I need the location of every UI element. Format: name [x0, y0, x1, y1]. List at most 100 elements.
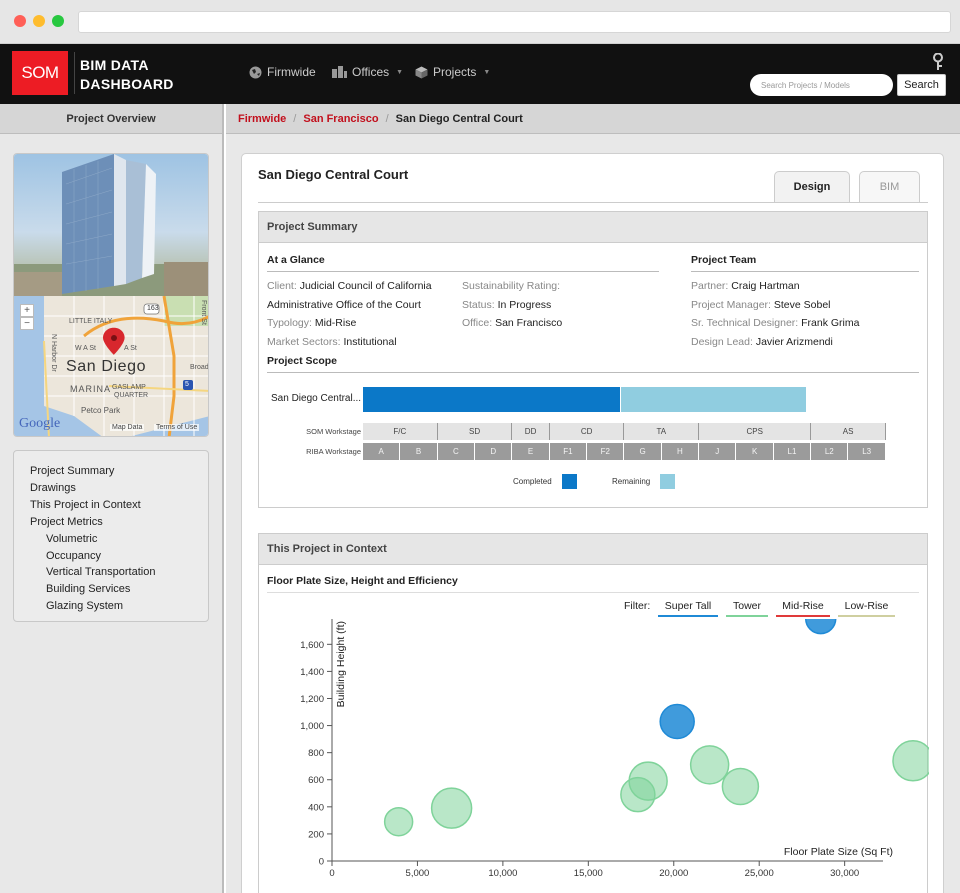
map-label: LITTLE ITALY	[69, 318, 113, 325]
project-team-title: Project Team	[691, 254, 757, 266]
design-lead-key: Design Lead:	[691, 336, 753, 348]
status-field: Status: In Progress	[462, 299, 551, 311]
filter-tower[interactable]: Tower	[726, 600, 768, 617]
tab-design[interactable]: Design	[774, 171, 850, 202]
search-button[interactable]: Search	[897, 74, 946, 96]
riba-stage-cell: H	[661, 443, 700, 460]
som-workstage-label: SOM Workstage	[306, 427, 361, 436]
typology-field: Typology: Mid-Rise	[267, 317, 356, 329]
map-label: MARINA	[70, 384, 112, 394]
map-zoom-in-button[interactable]: +	[20, 304, 34, 317]
scatter-point	[430, 787, 473, 829]
window-maximize-button[interactable]	[52, 15, 64, 27]
window-close-button[interactable]	[14, 15, 26, 27]
map-label: Broad	[190, 364, 209, 371]
sidebar-link-project-in-context[interactable]: This Project in Context	[30, 497, 208, 514]
nav-firmwide[interactable]: Firmwide	[249, 65, 316, 79]
filter-mid-rise[interactable]: Mid-Rise	[776, 600, 830, 617]
filter-super-tall[interactable]: Super Tall	[658, 600, 718, 617]
map-label: W A St	[75, 345, 97, 352]
sidebar-link-project-metrics[interactable]: Project Metrics	[30, 514, 208, 531]
project-photo	[14, 154, 208, 296]
sidebar-heading: Project Overview	[0, 104, 222, 134]
filter-low-rise[interactable]: Low-Rise	[838, 600, 895, 617]
at-a-glance-title: At a Glance	[267, 254, 325, 266]
logo-divider	[74, 52, 75, 94]
scatter-point	[804, 619, 837, 635]
scope-remaining-bar	[621, 387, 806, 412]
office-value: San Francisco	[495, 317, 563, 329]
tab-bim[interactable]: BIM	[859, 171, 920, 202]
legend-completed: Completed	[513, 474, 577, 489]
map-data-link[interactable]: Map Data	[110, 424, 145, 431]
market-sectors-field: Market Sectors: Institutional	[267, 336, 397, 348]
breadcrumb: Firmwide / San Francisco / San Diego Cen…	[226, 104, 960, 134]
breadcrumb-office[interactable]: San Francisco	[303, 113, 378, 125]
y-tick-label: 1,400	[300, 667, 324, 678]
riba-stage-cell: G	[624, 443, 662, 460]
sidebar-link-glazing-system[interactable]: Glazing System	[30, 598, 208, 615]
x-tick-label: 5,000	[406, 868, 430, 879]
scatter-point	[383, 806, 414, 837]
sidebar-link-vertical-transportation[interactable]: Vertical Transportation	[30, 564, 208, 581]
map-label: A St	[124, 345, 137, 352]
x-axis-label: Floor Plate Size (Sq Ft)	[784, 846, 893, 858]
section-rule	[267, 271, 659, 272]
riba-stage-cell: K	[736, 443, 774, 460]
sidebar-link-drawings[interactable]: Drawings	[30, 480, 208, 497]
scatter-point	[628, 761, 668, 801]
nav-projects[interactable]: Projects ▼	[415, 65, 490, 79]
y-tick-label: 1,000	[300, 721, 324, 732]
nav-offices-label: Offices	[352, 65, 390, 79]
sidebar-link-building-services[interactable]: Building Services	[30, 581, 208, 598]
window-minimize-button[interactable]	[33, 15, 45, 27]
riba-stage-cell: C	[437, 443, 476, 460]
x-tick-label: 25,000	[745, 868, 774, 879]
scatter-point	[689, 745, 730, 785]
map-label: QUARTER	[114, 392, 149, 399]
design-lead-field: Design Lead: Javier Arizmendi	[691, 336, 833, 348]
app-title: BIM DATA DASHBOARD	[80, 57, 174, 92]
som-stage-cell: F/C	[363, 423, 438, 440]
breadcrumb-current: San Diego Central Court	[395, 112, 523, 125]
x-tick-label: 10,000	[488, 868, 517, 879]
sidebar-link-volumetric[interactable]: Volumetric	[30, 531, 208, 548]
som-workstage-row: F/C SD DD CD TA CPS AS	[363, 423, 886, 440]
sidebar-link-occupancy[interactable]: Occupancy	[30, 548, 208, 565]
map-label: GASLAMP	[112, 384, 146, 391]
project-card: San Diego Central Court Design BIM Proje…	[241, 153, 944, 893]
filter-label: Filter:	[624, 600, 651, 612]
route-shield-label: 163	[147, 305, 159, 312]
design-lead-value: Javier Arizmendi	[755, 336, 833, 348]
y-axis-label: Building Height (ft)	[335, 621, 347, 707]
project-manager-field: Project Manager: Steve Sobel	[691, 299, 831, 311]
search-input[interactable]	[750, 74, 893, 96]
riba-stage-cell: A	[363, 443, 401, 460]
map-zoom-out-button[interactable]: −	[20, 317, 34, 330]
technical-designer-value: Frank Grima	[801, 317, 860, 329]
nav-offices[interactable]: Offices ▼	[332, 65, 403, 79]
legend-remaining-label: Remaining	[612, 477, 651, 486]
project-manager-key: Project Manager:	[691, 299, 771, 311]
scatter-point	[721, 767, 760, 806]
chevron-down-icon: ▼	[396, 68, 404, 76]
riba-workstage-row: A B C D E F1 F2 G H J K L1 L2 L3	[363, 443, 886, 460]
som-logo[interactable]: SOM	[12, 51, 68, 95]
terms-of-use-link[interactable]: Terms of Use	[154, 424, 200, 431]
key-icon[interactable]	[932, 53, 944, 71]
riba-stage-cell: J	[699, 443, 737, 460]
project-map[interactable]: LITTLE ITALY W A St A St MARINA GASLAMP …	[14, 296, 209, 436]
project-scope-title: Project Scope	[267, 355, 338, 367]
scatter-point	[892, 740, 929, 782]
som-stage-cell: DD	[512, 423, 550, 440]
google-logo[interactable]: Google	[19, 416, 60, 432]
breadcrumb-firmwide[interactable]: Firmwide	[238, 113, 286, 125]
sidebar: Project Overview LITTLE ITALY W A St A S…	[0, 104, 224, 893]
sidebar-link-project-summary[interactable]: Project Summary	[30, 463, 208, 480]
address-bar[interactable]	[78, 11, 951, 33]
partner-value: Craig Hartman	[731, 280, 800, 292]
route-shield-label: 5	[185, 381, 189, 388]
legend-completed-swatch	[561, 474, 577, 489]
breadcrumb-separator: /	[293, 112, 297, 125]
chevron-down-icon: ▼	[483, 68, 491, 76]
